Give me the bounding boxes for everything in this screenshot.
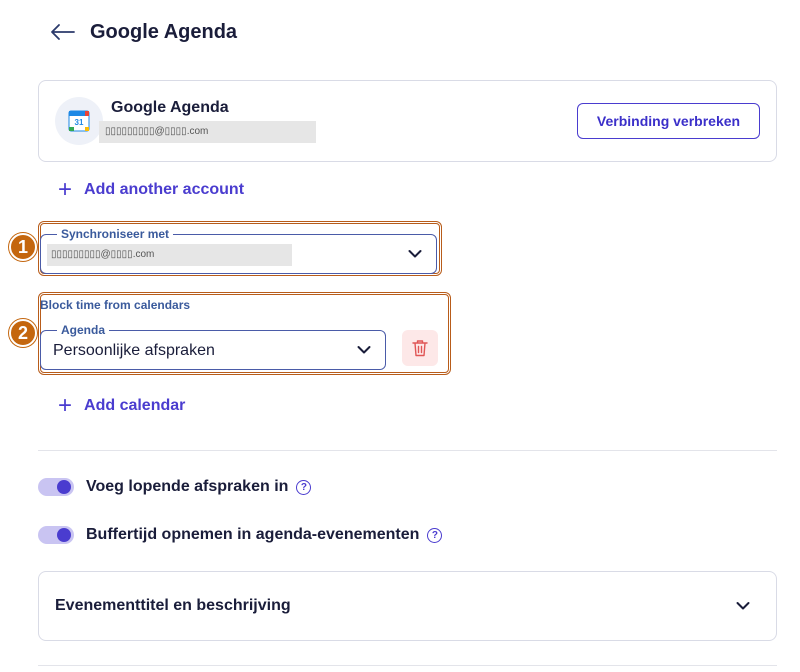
page-header: Google Agenda bbox=[48, 18, 237, 46]
disconnect-button[interactable]: Verbinding verbreken bbox=[577, 103, 760, 139]
account-card: 31 Google Agenda ▯▯▯▯▯▯▯▯▯@▯▯▯▯.com Verb… bbox=[38, 80, 777, 162]
section-divider bbox=[38, 450, 777, 451]
chevron-down-icon bbox=[357, 346, 371, 354]
google-calendar-logo: 31 bbox=[55, 97, 103, 145]
toggle-knob bbox=[57, 480, 71, 494]
add-calendar-link[interactable]: + Add calendar bbox=[58, 394, 185, 418]
toggle-ongoing-appointments[interactable] bbox=[38, 478, 74, 496]
google-calendar-icon: 31 bbox=[68, 110, 90, 132]
trash-icon bbox=[412, 340, 428, 357]
help-icon[interactable]: ? bbox=[296, 479, 312, 495]
agenda-select-value: Persoonlijke afspraken bbox=[53, 342, 215, 359]
sync-select-value: ▯▯▯▯▯▯▯▯▯@▯▯▯▯.com bbox=[47, 244, 292, 266]
toggle-row-ongoing: Voeg lopende afspraken in ? bbox=[38, 478, 312, 496]
back-button[interactable] bbox=[48, 18, 76, 46]
calendar-logo-day: 31 bbox=[75, 118, 84, 127]
agenda-select[interactable]: Agenda Persoonlijke afspraken bbox=[40, 323, 386, 370]
toggle-row-buffer: Buffertijd opnemen in agenda-evenementen… bbox=[38, 526, 443, 544]
account-email: ▯▯▯▯▯▯▯▯▯@▯▯▯▯.com bbox=[99, 121, 316, 143]
add-account-link[interactable]: + Add another account bbox=[58, 178, 244, 202]
chevron-down-icon bbox=[736, 602, 750, 610]
add-calendar-label: Add calendar bbox=[84, 397, 186, 414]
delete-calendar-button[interactable] bbox=[402, 330, 438, 366]
toggle-knob bbox=[57, 528, 71, 542]
page-title: Google Agenda bbox=[90, 20, 238, 43]
event-title-accordion[interactable]: Evenementtitel en beschrijving bbox=[38, 571, 777, 641]
arrow-left-icon bbox=[51, 24, 75, 40]
accordion-title: Evenementtitel en beschrijving bbox=[55, 597, 291, 614]
plus-icon: + bbox=[58, 176, 73, 203]
toggle-buffer-time[interactable] bbox=[38, 526, 74, 544]
chevron-down-icon bbox=[408, 250, 422, 258]
annotation-badge-2: 2 bbox=[9, 319, 37, 347]
account-name: Google Agenda bbox=[111, 99, 229, 116]
sync-select[interactable]: Synchroniseer met ▯▯▯▯▯▯▯▯▯@▯▯▯▯.com bbox=[40, 227, 437, 274]
help-icon[interactable]: ? bbox=[427, 527, 443, 543]
agenda-select-legend: Agenda bbox=[57, 323, 110, 337]
annotation-badge-1: 1 bbox=[9, 233, 37, 261]
section-divider bbox=[38, 665, 777, 666]
add-account-label: Add another account bbox=[84, 181, 245, 198]
block-time-label: Block time from calendars bbox=[40, 298, 191, 312]
plus-icon: + bbox=[58, 392, 73, 419]
sync-select-legend: Synchroniseer met bbox=[57, 227, 174, 241]
toggle-ongoing-label: Voeg lopende afspraken in bbox=[86, 478, 289, 495]
toggle-buffer-label: Buffertijd opnemen in agenda-evenementen bbox=[86, 526, 420, 543]
